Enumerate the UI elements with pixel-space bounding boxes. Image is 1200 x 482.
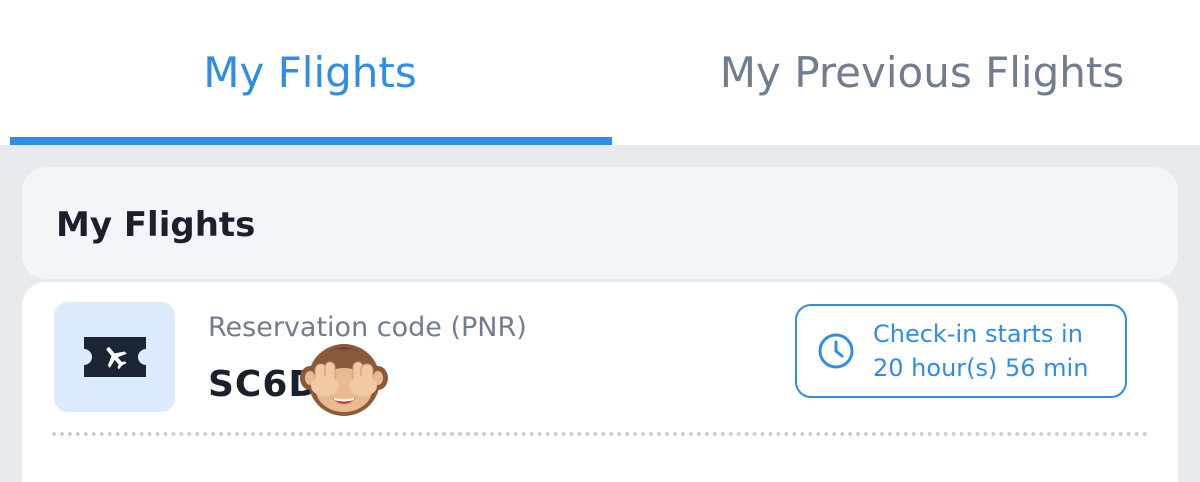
ticket-plane-icon bbox=[83, 337, 146, 377]
tab-bar: My Flights My Previous Flights bbox=[0, 0, 1200, 145]
ticket-badge bbox=[54, 302, 175, 412]
clock-icon bbox=[818, 333, 854, 369]
section-title: My Flights bbox=[56, 205, 256, 245]
checkin-countdown-badge[interactable]: Check-in starts in 20 hour(s) 56 min bbox=[795, 304, 1127, 398]
section-header-card: My Flights bbox=[22, 167, 1178, 279]
checkin-text: Check-in starts in 20 hour(s) 56 min bbox=[873, 317, 1088, 385]
ticket-perforation-divider bbox=[52, 432, 1148, 436]
checkin-line-2: 20 hour(s) 56 min bbox=[873, 354, 1089, 382]
ticket-notch-left bbox=[0, 408, 22, 448]
tab-my-flights[interactable]: My Flights bbox=[10, 0, 610, 145]
active-tab-indicator bbox=[10, 137, 612, 145]
tab-my-previous-flights[interactable]: My Previous Flights bbox=[622, 0, 1200, 145]
flight-card[interactable]: Reservation code (PNR) SC6D Check-in sta… bbox=[22, 282, 1178, 482]
ticket-notch-right bbox=[1178, 408, 1200, 448]
see-no-evil-monkey-emoji bbox=[300, 344, 388, 416]
checkin-line-1: Check-in starts in bbox=[873, 320, 1083, 348]
